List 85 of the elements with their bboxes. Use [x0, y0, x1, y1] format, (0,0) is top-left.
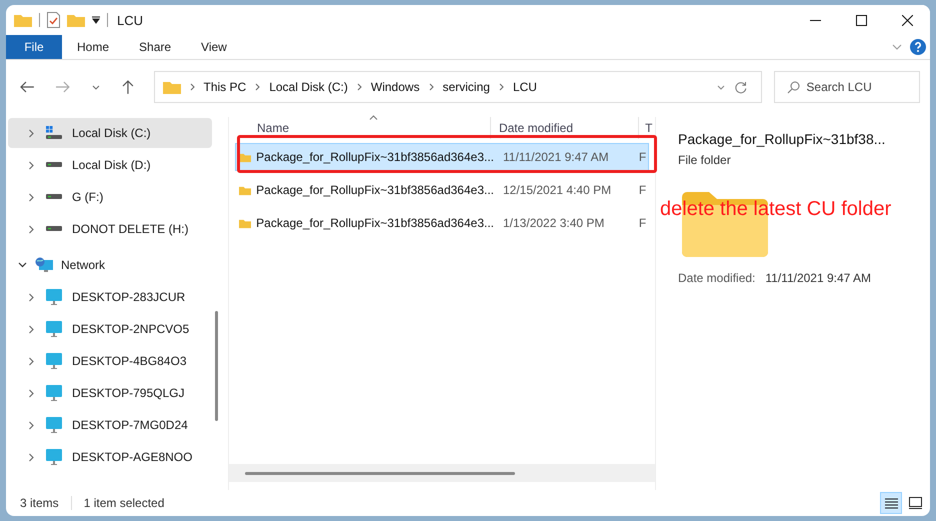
nav-item[interactable]: Local Disk (C:): [8, 118, 212, 148]
close-icon: [902, 14, 912, 26]
chevron-down-icon[interactable]: [92, 84, 100, 90]
scrollbar-thumb[interactable]: [215, 311, 218, 421]
search-icon: [787, 80, 800, 94]
breadcrumb[interactable]: Local Disk (C:): [269, 80, 348, 94]
nav-item[interactable]: DESKTOP-4BG84O3: [8, 346, 212, 376]
drive-icon: [45, 194, 63, 200]
customize-icon[interactable]: [92, 16, 100, 24]
maximize-icon: [856, 14, 866, 26]
nav-item[interactable]: DONOT DELETE (H:): [8, 214, 212, 244]
breadcrumb[interactable]: servicing: [442, 80, 490, 94]
drive-icon: [45, 226, 63, 232]
nav-item[interactable]: DESKTOP-795QLGJ: [8, 378, 212, 408]
nav-item[interactable]: DESKTOP-AGE8NOO: [8, 442, 212, 472]
search-field[interactable]: Search LCU: [774, 71, 920, 103]
chevron-right-icon[interactable]: [27, 224, 36, 234]
file-name: Package_for_RollupFix~31bf3856ad364e3...: [256, 216, 494, 230]
nav-item[interactable]: G (F:): [8, 182, 212, 212]
column-header[interactable]: Date modified: [490, 117, 638, 139]
ribbon-tab[interactable]: File: [6, 35, 62, 59]
monitor-icon: [45, 289, 63, 305]
preview-pane-icon: [908, 497, 922, 509]
chevron-right-icon[interactable]: [190, 83, 195, 91]
details-value: 11/11/2021 9:47 AM: [765, 271, 872, 285]
properties-icon[interactable]: [47, 12, 60, 28]
address-bar[interactable]: This PC Local Disk (C:) Windows servicing LCU: [154, 71, 762, 103]
date-cell-text: 12/15/2021 4:40 PM: [502, 183, 612, 197]
date-cell-text: 1/13/2022 3:40 PM: [502, 216, 606, 230]
monitor-icon: [45, 417, 63, 433]
nav-item[interactable]: DESKTOP-2NPCVO5: [8, 314, 212, 344]
type-cell-text: F: [638, 150, 648, 164]
chevron-right-icon[interactable]: [356, 83, 362, 91]
chevron-right-icon[interactable]: [255, 83, 260, 91]
item-count: 3 items: [20, 496, 60, 510]
chevron-right-icon[interactable]: [428, 83, 434, 91]
details-label: Date modified:: [678, 271, 756, 285]
back-arrow-icon[interactable]: [20, 81, 34, 93]
up-arrow-icon[interactable]: [122, 80, 134, 94]
nav-item[interactable]: Network: [8, 250, 212, 280]
chevron-right-icon[interactable]: [27, 420, 36, 430]
folder-icon: [162, 80, 181, 94]
selection-count: 1 item selected: [70, 496, 176, 510]
file-name: Package_for_RollupFix~31bf3856ad364e3...: [256, 150, 494, 164]
date-cell-text: 11/11/2021 9:47 AM: [502, 150, 610, 164]
type-cell-text: F: [638, 216, 648, 230]
monitor-icon: [45, 353, 63, 369]
column-header[interactable]: T: [638, 117, 655, 139]
nav-item[interactable]: Local Disk (D:): [8, 150, 212, 180]
chevron-right-icon[interactable]: [27, 452, 36, 462]
chevron-right-icon[interactable]: [27, 388, 36, 398]
file-name: Package_for_RollupFix~31bf3856ad364e3...: [256, 183, 494, 197]
chevron-right-icon[interactable]: [498, 83, 504, 91]
chevron-right-icon[interactable]: [27, 128, 36, 138]
sort-caret-icon: [369, 115, 378, 120]
chevron-down-icon[interactable]: [18, 262, 27, 268]
details-title: Package_for_RollupFix~31bf38...: [678, 131, 886, 147]
file-row[interactable]: Package_for_RollupFix~31bf3856ad364e3... 1/13/2022 3:40 PM F: [235, 209, 649, 237]
chevron-right-icon[interactable]: [27, 192, 36, 202]
chevron-right-icon[interactable]: [27, 324, 36, 334]
breadcrumb[interactable]: LCU: [512, 80, 537, 94]
file-row[interactable]: Package_for_RollupFix~31bf3856ad364e3... 12/15/2021 4:40 PM F: [235, 176, 649, 204]
nav-item[interactable]: DESKTOP-283JCUR: [8, 282, 212, 312]
monitor-icon: [45, 449, 63, 465]
list-view-icon: [884, 498, 898, 508]
breadcrumb[interactable]: Windows: [370, 80, 420, 94]
column-header[interactable]: Name: [235, 117, 490, 139]
details-type: File folder: [678, 153, 732, 167]
window-title: LCU: [117, 12, 144, 28]
network-icon: [35, 257, 53, 273]
nav-item[interactable]: DESKTOP-7MG0D24: [8, 410, 212, 440]
help-icon[interactable]: [910, 39, 926, 55]
breadcrumb[interactable]: This PC: [204, 80, 246, 94]
details-view-button[interactable]: [880, 492, 902, 514]
file-row[interactable]: Package_for_RollupFix~31bf3856ad364e3... 11/11/2021 9:47 AM F: [235, 143, 649, 171]
refresh-icon[interactable]: [734, 80, 748, 94]
drive-icon: [45, 126, 63, 140]
type-cell-text: F: [638, 183, 648, 197]
monitor-icon: [45, 385, 63, 401]
chevron-right-icon[interactable]: [27, 356, 36, 366]
monitor-icon: [45, 321, 63, 337]
drive-icon: [45, 162, 63, 168]
scrollbar-thumb[interactable]: [245, 472, 515, 475]
chevron-right-icon[interactable]: [27, 160, 36, 170]
chevron-right-icon[interactable]: [27, 292, 36, 302]
